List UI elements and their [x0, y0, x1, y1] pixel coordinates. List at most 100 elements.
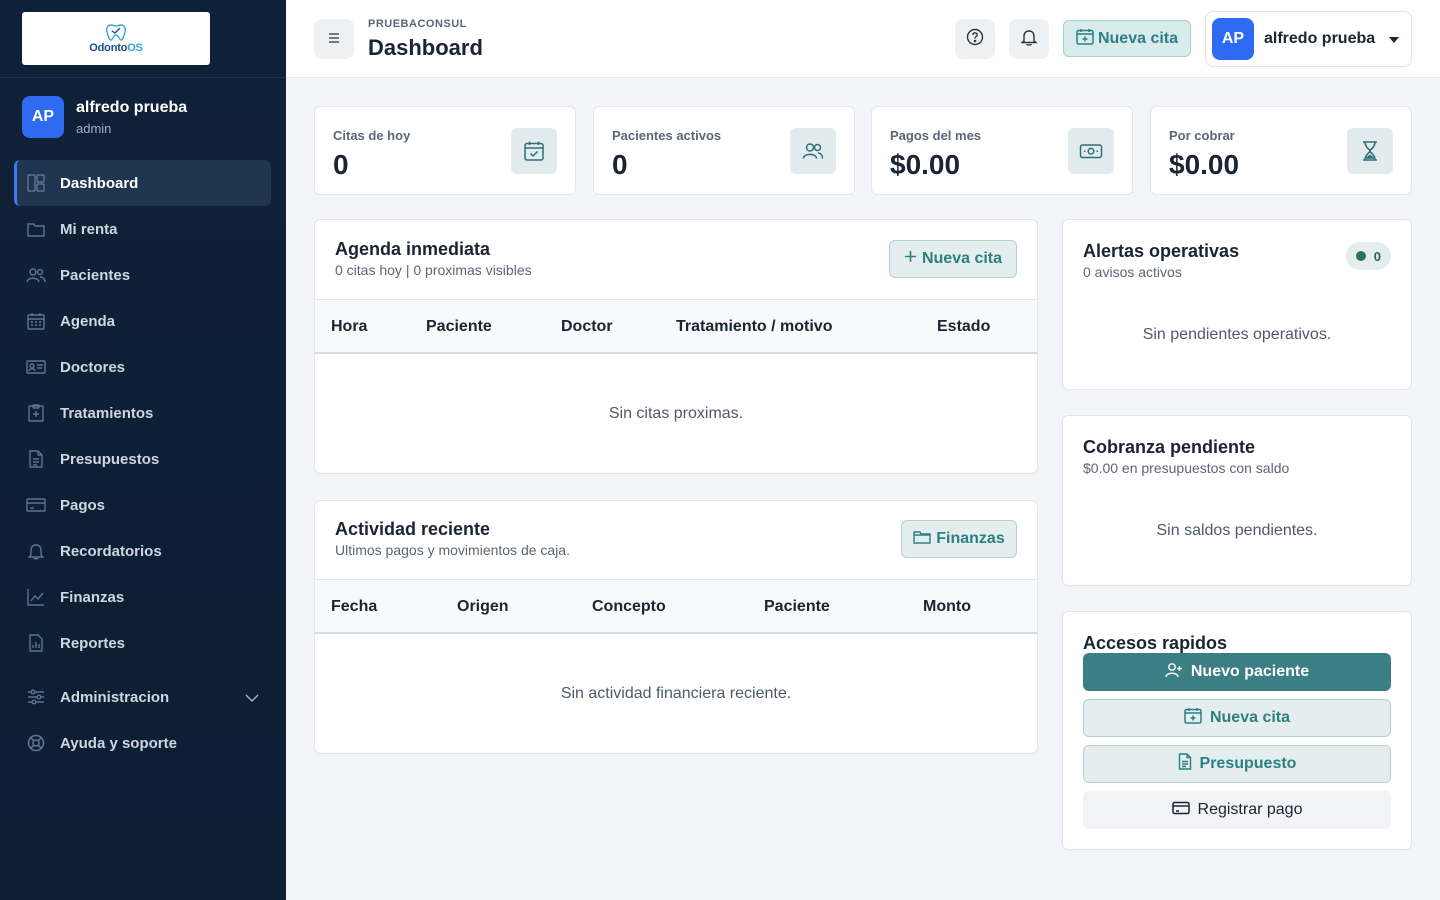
- user-menu-name: alfredo prueba: [1264, 30, 1376, 47]
- help-button[interactable]: [955, 19, 995, 59]
- quick-access-title: Accesos rapidos: [1083, 633, 1228, 653]
- org-name: PRUEBACONSUL: [368, 18, 467, 30]
- sidebar-item-label: Dashboard: [60, 174, 139, 192]
- sidebar-item-label: Reportes: [60, 634, 126, 652]
- tooth-logo-icon: [105, 24, 127, 41]
- sidebar-item-agenda[interactable]: Agenda: [14, 298, 271, 344]
- new-patient-button[interactable]: Nuevo paciente: [1083, 653, 1391, 691]
- calendar-plus-icon: [1076, 28, 1098, 50]
- users-icon: [790, 128, 836, 174]
- sidebar-divider: [0, 77, 286, 78]
- bell-icon: [1019, 28, 1039, 51]
- agenda-panel: Agenda inmediata 0 citas hoy | 0 proxima…: [314, 219, 1038, 474]
- sidebar-item-ayuda[interactable]: Ayuda y soporte: [14, 720, 271, 766]
- register-payment-button[interactable]: Registrar pago: [1083, 791, 1391, 829]
- sidebar-item-label: Administracion: [60, 688, 170, 706]
- alerts-count-badge: 0: [1345, 242, 1391, 270]
- sidebar-item-reportes[interactable]: Reportes: [14, 620, 271, 666]
- alerts-count: 0: [1373, 248, 1381, 264]
- column-header: Origen: [457, 598, 509, 615]
- sidebar-item-doctores[interactable]: Doctores: [14, 344, 271, 390]
- agenda-new-appointment-button[interactable]: Nueva cita: [889, 240, 1017, 278]
- credit-card-icon: [26, 495, 46, 515]
- report-icon: [26, 633, 46, 653]
- app-logo[interactable]: OdontoOS: [22, 12, 210, 65]
- page-title: Dashboard: [368, 35, 483, 60]
- calendar-check-icon: [511, 128, 557, 174]
- sidebar-item-tratamientos[interactable]: Tratamientos: [14, 390, 271, 436]
- stat-value: 0: [612, 149, 628, 180]
- user-plus-icon: [1165, 662, 1191, 683]
- alerts-empty-message: Sin pendientes operativos.: [1142, 326, 1332, 343]
- agenda-new-appointment-label: Nueva cita: [921, 250, 1003, 267]
- sliders-icon: [26, 687, 46, 707]
- sidebar-item-label: Presupuestos: [60, 450, 160, 468]
- header-new-appointment-button[interactable]: Nueva cita: [1063, 20, 1191, 57]
- quick-access-panel: Accesos rapidos Nuevo paciente Nueva cit…: [1062, 611, 1412, 850]
- stat-label: Pagos del mes: [890, 128, 982, 143]
- help-icon: [966, 28, 984, 51]
- activity-table-header: Fecha Origen Concepto Paciente Monto: [315, 579, 1037, 634]
- top-header: PRUEBACONSUL Dashboard Nueva cita AP alf…: [286, 0, 1440, 78]
- sidebar-item-pacientes[interactable]: Pacientes: [14, 252, 271, 298]
- quick-budget-button[interactable]: Presupuesto: [1083, 745, 1391, 783]
- sidebar-item-label: Tratamientos: [60, 404, 154, 422]
- hamburger-icon: [328, 30, 340, 48]
- activity-title: Actividad reciente: [335, 519, 491, 539]
- sidebar-item-mi-renta[interactable]: Mi renta: [14, 206, 271, 252]
- sidebar-item-finanzas[interactable]: Finanzas: [14, 574, 271, 620]
- stat-card-pagos: Pagos del mes $0.00: [871, 106, 1133, 195]
- quick-budget-label: Presupuesto: [1199, 755, 1297, 772]
- sidebar-item-dashboard[interactable]: Dashboard: [14, 160, 271, 206]
- sidebar-user: AP alfredo prueba admin: [22, 96, 187, 138]
- folder-icon: [913, 530, 936, 549]
- sidebar-item-label: Agenda: [60, 312, 116, 330]
- column-header: Paciente: [764, 598, 830, 615]
- stat-card-por-cobrar: Por cobrar $0.00: [1150, 106, 1412, 195]
- sidebar-item-label: Recordatorios: [60, 542, 162, 560]
- billing-title: Cobranza pendiente: [1083, 437, 1256, 457]
- agenda-title: Agenda inmediata: [335, 239, 491, 259]
- stat-label: Citas de hoy: [333, 128, 411, 143]
- credit-card-icon: [1171, 801, 1198, 820]
- folder-icon: [26, 219, 46, 239]
- sidebar-item-label: Pacientes: [60, 266, 131, 284]
- agenda-table-header: Hora Paciente Doctor Tratamiento / motiv…: [315, 299, 1037, 354]
- sidebar-item-recordatorios[interactable]: Recordatorios: [14, 528, 271, 574]
- document-icon: [1178, 753, 1200, 775]
- column-header: Concepto: [592, 598, 666, 615]
- medical-clipboard-icon: [26, 403, 46, 423]
- column-header: Hora: [331, 318, 368, 335]
- sidebar-item-label: Finanzas: [60, 588, 125, 606]
- agenda-subtitle: 0 citas hoy | 0 proximas visibles: [335, 262, 532, 278]
- agenda-empty-message: Sin citas proximas.: [608, 405, 744, 422]
- menu-toggle-button[interactable]: [314, 19, 354, 59]
- activity-subtitle: Ultimos pagos y movimientos de caja.: [335, 542, 570, 558]
- logo-text: OdontoOS: [89, 42, 143, 54]
- activity-empty-message: Sin actividad financiera reciente.: [560, 685, 792, 702]
- column-header: Paciente: [426, 318, 492, 335]
- quick-new-appointment-button[interactable]: Nueva cita: [1083, 699, 1391, 737]
- lifebuoy-icon: [26, 733, 46, 753]
- sidebar-nav: Dashboard Mi renta Pacientes Agenda Doct…: [14, 160, 271, 766]
- finanzas-button-label: Finanzas: [936, 530, 1005, 547]
- column-header: Fecha: [331, 598, 378, 615]
- user-menu[interactable]: AP alfredo prueba: [1205, 11, 1412, 67]
- billing-panel: Cobranza pendiente $0.00 en presupuestos…: [1062, 415, 1412, 586]
- sidebar-item-administracion[interactable]: Administracion: [14, 674, 271, 720]
- avatar: AP: [1212, 18, 1254, 60]
- sidebar-item-pagos[interactable]: Pagos: [14, 482, 271, 528]
- notifications-button[interactable]: [1009, 19, 1049, 59]
- stat-value: $0.00: [890, 149, 961, 180]
- chevron-down-icon[interactable]: [245, 689, 259, 706]
- activity-panel: Actividad reciente Ultimos pagos y movim…: [314, 500, 1038, 754]
- finanzas-button[interactable]: Finanzas: [901, 520, 1017, 558]
- sidebar-user-name: alfredo prueba: [76, 98, 188, 116]
- sidebar: OdontoOS AP alfredo prueba admin Dashboa…: [0, 0, 286, 900]
- stat-value: $0.00: [1169, 149, 1240, 180]
- quick-new-appointment-label: Nueva cita: [1209, 709, 1291, 726]
- stat-value: 0: [333, 149, 349, 180]
- dashboard-icon: [26, 173, 46, 193]
- sidebar-item-presupuestos[interactable]: Presupuestos: [14, 436, 271, 482]
- caret-down-icon: [1389, 37, 1399, 43]
